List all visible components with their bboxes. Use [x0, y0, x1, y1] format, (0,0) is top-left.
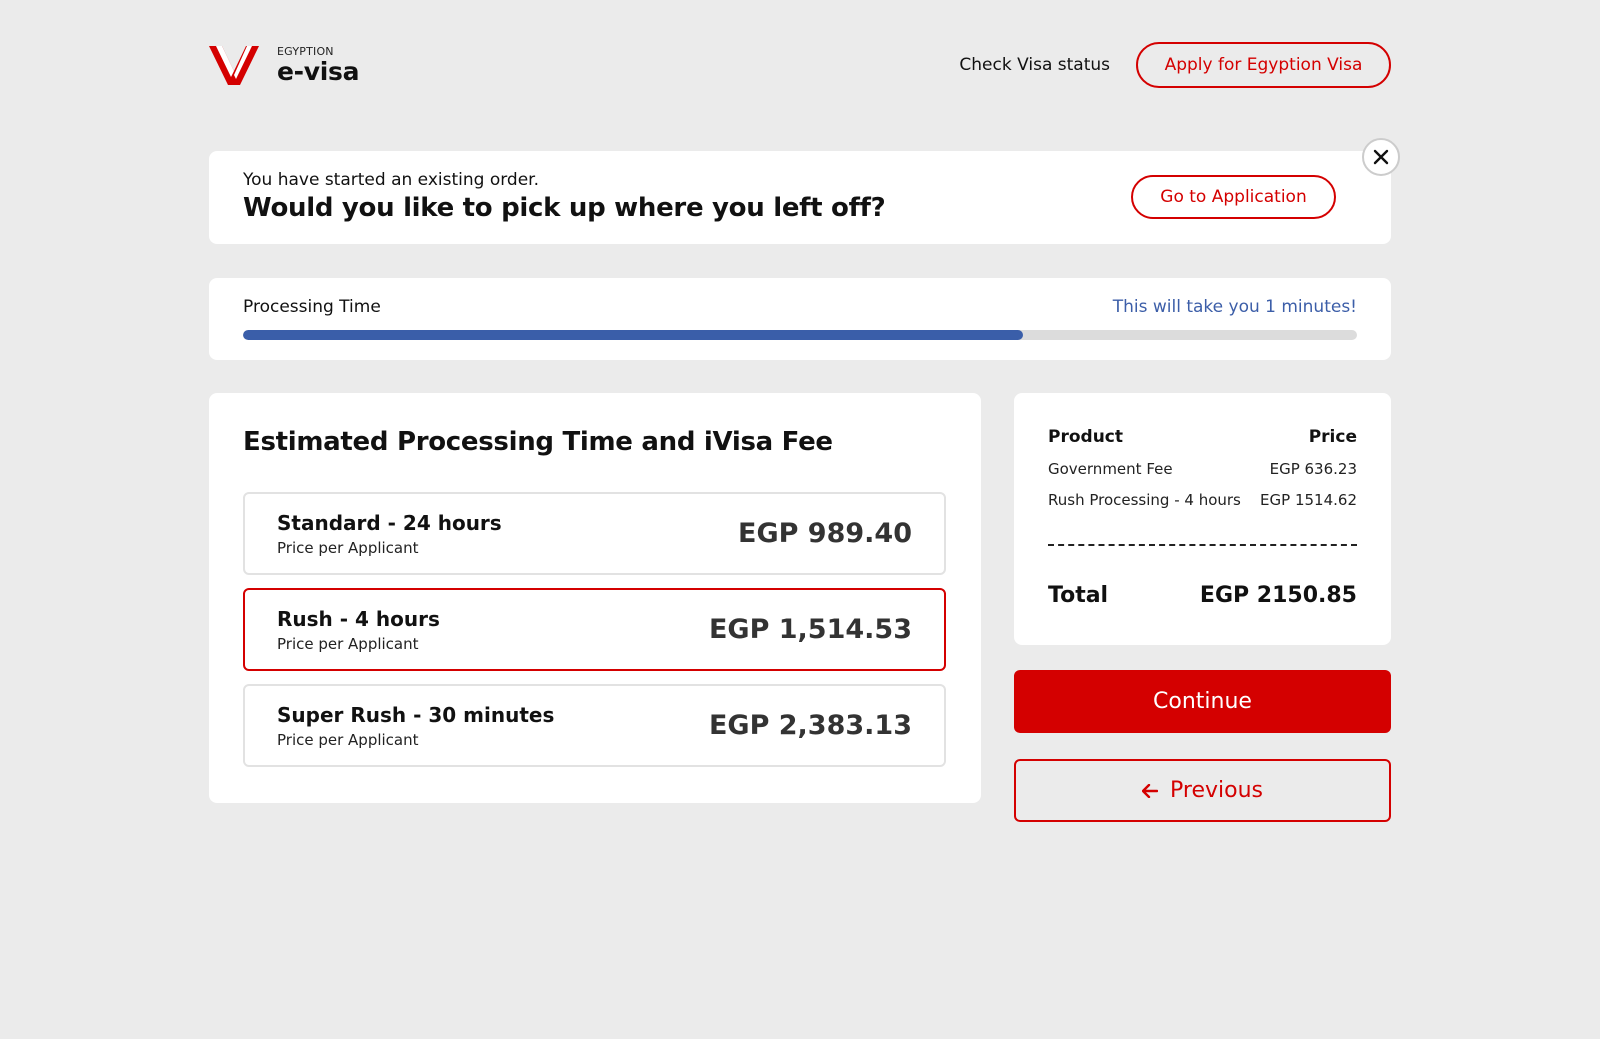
option-price: EGP 1,514.53 [708, 614, 912, 645]
summary-row-label: Government Fee [1048, 460, 1173, 478]
arrow-left-icon [1142, 783, 1158, 798]
option-standard[interactable]: Standard - 24 hours Price per Applicant … [243, 492, 946, 575]
summary-product-header: Product [1048, 427, 1123, 447]
option-subtitle: Price per Applicant [277, 731, 419, 749]
header-nav: Check Visa status Apply for Egyption Vis… [959, 42, 1391, 88]
banner-title: Would you like to pick up where you left… [243, 193, 886, 223]
existing-order-banner: You have started an existing order. Woul… [209, 151, 1391, 244]
processing-time-note: This will take you 1 minutes! [1112, 297, 1357, 317]
processing-time-label: Processing Time [243, 297, 381, 317]
summary-row-label: Rush Processing - 4 hours [1048, 491, 1241, 509]
summary-row-price: EGP 1514.62 [1260, 491, 1357, 509]
go-to-application-button[interactable]: Go to Application [1131, 175, 1336, 219]
option-price: EGP 2,383.13 [708, 710, 912, 741]
option-super-rush[interactable]: Super Rush - 30 minutes Price per Applic… [243, 684, 946, 767]
apply-visa-button[interactable]: Apply for Egyption Visa [1136, 42, 1391, 88]
option-name: Standard - 24 hours [277, 511, 502, 535]
option-subtitle: Price per Applicant [277, 635, 419, 653]
order-summary-card: Product Price Government Fee EGP 636.23 … [1014, 393, 1391, 645]
option-name: Super Rush - 30 minutes [277, 703, 555, 727]
brand-name: e-visa [277, 56, 360, 86]
v-chevron-logo-icon [209, 46, 259, 85]
progress-bar-fill [243, 330, 1023, 340]
previous-label: Previous [1170, 778, 1263, 803]
summary-total-label: Total [1048, 583, 1109, 608]
banner-close-button[interactable] [1362, 138, 1400, 176]
summary-total-value: EGP 2150.85 [1199, 583, 1357, 608]
option-subtitle: Price per Applicant [277, 539, 419, 557]
summary-divider [1048, 544, 1357, 546]
option-name: Rush - 4 hours [277, 607, 440, 631]
brand-country: EGYPTION [277, 44, 334, 58]
fee-options-card: Estimated Processing Time and iVisa Fee … [209, 393, 981, 803]
brand-text: EGYPTION e-visa [277, 45, 359, 86]
brand-logo[interactable]: EGYPTION e-visa [209, 43, 359, 87]
continue-button[interactable]: Continue [1014, 670, 1391, 733]
previous-button[interactable]: Previous [1014, 759, 1391, 822]
site-header: EGYPTION e-visa Check Visa status Apply … [209, 40, 1391, 90]
close-icon [1373, 149, 1389, 165]
banner-subtitle: You have started an existing order. [243, 170, 539, 190]
check-visa-status-link[interactable]: Check Visa status [959, 55, 1110, 75]
fee-options-title: Estimated Processing Time and iVisa Fee [243, 427, 833, 457]
option-rush[interactable]: Rush - 4 hours Price per Applicant EGP 1… [243, 588, 946, 671]
processing-time-card: Processing Time This will take you 1 min… [209, 278, 1391, 360]
summary-price-header: Price [1308, 427, 1357, 447]
option-price: EGP 989.40 [738, 518, 912, 549]
progress-bar [243, 330, 1357, 340]
summary-row-price: EGP 636.23 [1269, 460, 1357, 478]
